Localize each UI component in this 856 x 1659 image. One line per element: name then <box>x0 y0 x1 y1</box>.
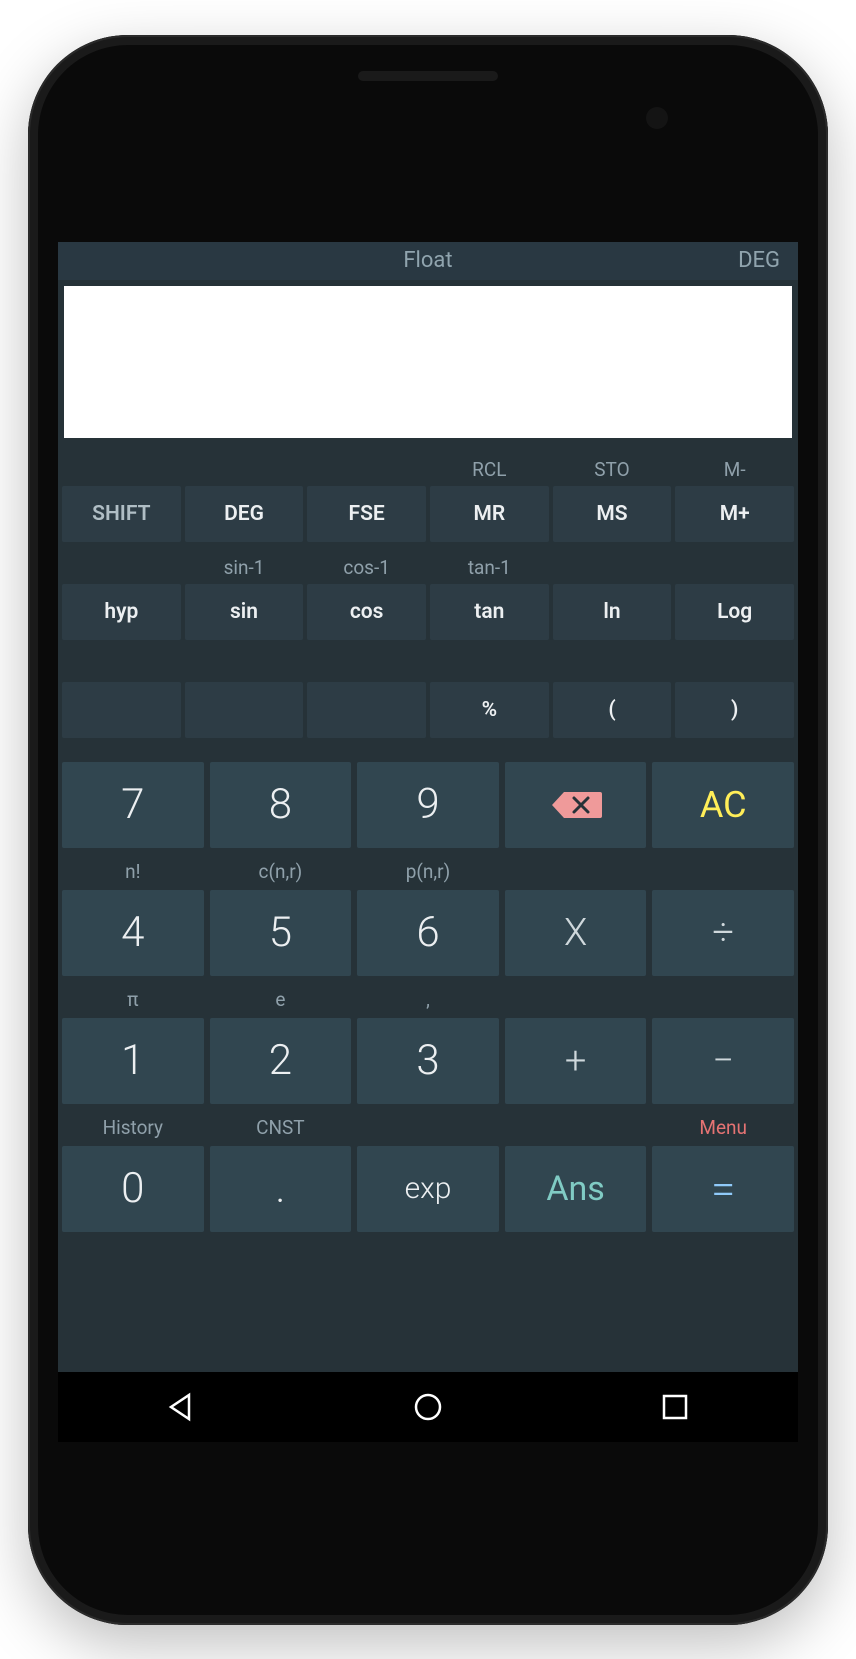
plus-button[interactable]: + <box>505 1018 647 1104</box>
status-bar: Float DEG <box>58 242 798 280</box>
calculator-display[interactable] <box>64 286 792 438</box>
label-e: e <box>210 988 352 1012</box>
blank-button-2[interactable] <box>185 682 304 738</box>
app-screen: Float DEG RCL STO M- SHIFT DEG FSE MR MS… <box>58 242 798 1442</box>
blank-button-1[interactable] <box>62 682 181 738</box>
nav-home-button[interactable] <box>410 1389 446 1425</box>
digit-9-button[interactable]: 9 <box>357 762 499 848</box>
ans-button[interactable]: Ans <box>505 1146 647 1232</box>
row1-secondary-labels: RCL STO M- <box>58 458 798 482</box>
blank-button-3[interactable] <box>307 682 426 738</box>
status-angle: DEG <box>738 248 780 273</box>
label-m-minus: M- <box>675 458 794 482</box>
exp-button[interactable]: exp <box>357 1146 499 1232</box>
label-pi: π <box>62 988 204 1012</box>
back-triangle-icon <box>163 1389 199 1425</box>
row2-secondary-labels: sin-1 cos-1 tan-1 <box>58 556 798 580</box>
paren-open-button[interactable]: ( <box>553 682 672 738</box>
cos-button[interactable]: cos <box>307 584 426 640</box>
keypad-r4-labels: History CNST Menu <box>58 1116 798 1140</box>
label-comma: , <box>357 988 499 1012</box>
fse-button[interactable]: FSE <box>307 486 426 542</box>
shift-button[interactable]: SHIFT <box>62 486 181 542</box>
label-factorial: n! <box>62 860 204 884</box>
digit-6-button[interactable]: 6 <box>357 890 499 976</box>
percent-button[interactable]: % <box>430 682 549 738</box>
digit-0-button[interactable]: 0 <box>62 1146 204 1232</box>
label-ncr: c(n,r) <box>210 860 352 884</box>
android-navbar <box>58 1372 798 1442</box>
nav-back-button[interactable] <box>163 1389 199 1425</box>
decimal-button[interactable]: . <box>210 1146 352 1232</box>
digit-2-button[interactable]: 2 <box>210 1018 352 1104</box>
digit-4-button[interactable]: 4 <box>62 890 204 976</box>
tan-button[interactable]: tan <box>430 584 549 640</box>
digit-8-button[interactable]: 8 <box>210 762 352 848</box>
digit-3-button[interactable]: 3 <box>357 1018 499 1104</box>
backspace-button[interactable] <box>505 762 647 848</box>
nav-recent-button[interactable] <box>657 1389 693 1425</box>
label-sto: STO <box>553 458 672 482</box>
ac-button[interactable]: AC <box>652 762 794 848</box>
hyp-button[interactable]: hyp <box>62 584 181 640</box>
minus-button[interactable]: − <box>652 1018 794 1104</box>
label-atan: tan-1 <box>430 556 549 580</box>
keypad-r2-labels: n! c(n,r) p(n,r) <box>58 860 798 884</box>
recent-square-icon <box>657 1389 693 1425</box>
multiply-button[interactable]: X <box>505 890 647 976</box>
label-acos: cos-1 <box>307 556 426 580</box>
paren-close-button[interactable]: ) <box>675 682 794 738</box>
phone-frame: Float DEG RCL STO M- SHIFT DEG FSE MR MS… <box>28 35 828 1625</box>
equals-button[interactable]: = <box>652 1146 794 1232</box>
label-history: History <box>62 1116 204 1140</box>
keypad-r3-labels: π e , <box>58 988 798 1012</box>
ln-button[interactable]: ln <box>553 584 672 640</box>
status-mode: Float <box>58 248 798 273</box>
m-plus-button[interactable]: M+ <box>675 486 794 542</box>
mr-button[interactable]: MR <box>430 486 549 542</box>
label-asin: sin-1 <box>185 556 304 580</box>
home-circle-icon <box>410 1389 446 1425</box>
label-rcl: RCL <box>430 458 549 482</box>
deg-button[interactable]: DEG <box>185 486 304 542</box>
digit-1-button[interactable]: 1 <box>62 1018 204 1104</box>
label-npr: p(n,r) <box>357 860 499 884</box>
digit-7-button[interactable]: 7 <box>62 762 204 848</box>
sin-button[interactable]: sin <box>185 584 304 640</box>
digit-5-button[interactable]: 5 <box>210 890 352 976</box>
label-menu: Menu <box>652 1116 794 1140</box>
row3-secondary-labels <box>58 654 798 678</box>
label-cnst: CNST <box>210 1116 352 1140</box>
divide-button[interactable]: ÷ <box>652 890 794 976</box>
ms-button[interactable]: MS <box>553 486 672 542</box>
backspace-icon <box>550 788 602 822</box>
log-button[interactable]: Log <box>675 584 794 640</box>
